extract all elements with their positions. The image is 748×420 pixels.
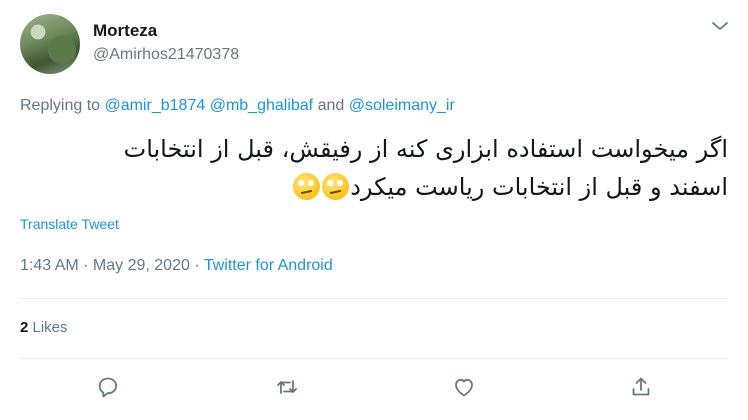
author-handle[interactable]: @Amirhos21470378	[93, 46, 239, 64]
tweet-source-link[interactable]: Twitter for Android	[204, 257, 333, 274]
separator: ·	[78, 257, 93, 274]
retweet-icon[interactable]	[272, 372, 302, 402]
tweet-time[interactable]: 1:43 AM	[20, 257, 79, 274]
replying-to-conjunction: and	[313, 97, 349, 114]
replying-to: Replying to @amir_b1874 @mb_ghalibaf and…	[20, 97, 455, 115]
share-icon[interactable]	[626, 372, 656, 402]
likes-label: Likes	[28, 319, 68, 336]
rolling-eyes-emoji-icon	[322, 173, 350, 200]
reply-icon[interactable]	[93, 372, 123, 402]
mention-link[interactable]: @mb_ghalibaf	[210, 97, 313, 114]
divider	[20, 298, 728, 299]
tweet-line: اسفند و قبل از انتخابات ریاست میکرد	[350, 173, 728, 201]
replying-to-label: Replying to	[20, 97, 105, 114]
tweet-line-2: اسفند و قبل از انتخابات ریاست میکرد	[20, 168, 728, 206]
avatar[interactable]	[20, 14, 80, 74]
author-name[interactable]: Morteza	[93, 21, 157, 41]
rolling-eyes-emoji-icon	[293, 173, 321, 200]
translate-tweet-link[interactable]: Translate Tweet	[20, 216, 119, 232]
divider	[20, 358, 728, 359]
chevron-down-icon[interactable]	[708, 14, 732, 38]
mention-link[interactable]: @amir_b1874	[105, 97, 206, 114]
tweet-text: اگر میخواست استفاده ابزاری کنه از رفیقش،…	[20, 130, 728, 206]
mention-link[interactable]: @soleimany_ir	[349, 97, 455, 114]
tweet-date[interactable]: May 29, 2020	[93, 257, 190, 274]
separator: ·	[189, 257, 204, 274]
like-icon[interactable]	[449, 372, 479, 402]
tweet-line: اگر میخواست استفاده ابزاری کنه از رفیقش،…	[123, 135, 728, 163]
tweet-actions	[0, 372, 748, 406]
tweet-metadata: 1:43 AM · May 29, 2020 · Twitter for And…	[20, 257, 333, 275]
likes-count[interactable]: 2 Likes	[20, 319, 68, 336]
